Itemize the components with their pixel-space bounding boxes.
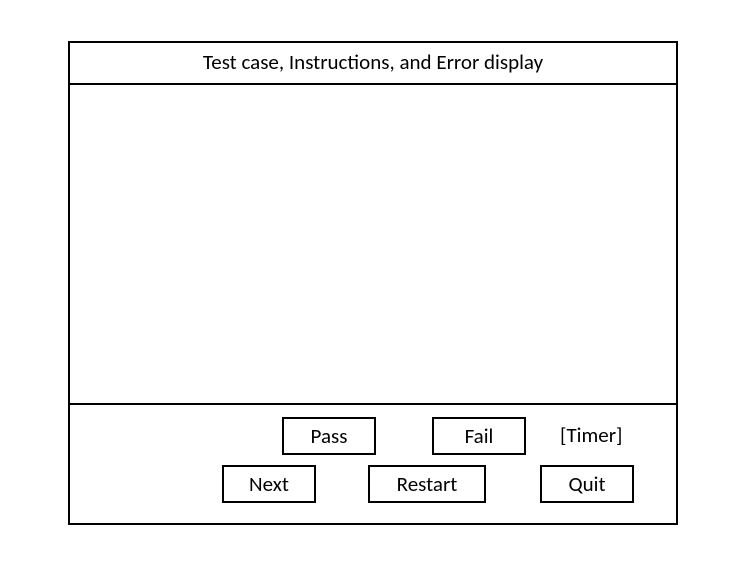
main-display-area [70,85,676,405]
next-button[interactable]: Next [222,465,316,503]
controls-panel: Pass Fail [Timer] Next Restart Quit [70,405,676,523]
header-bar: Test case, Instructions, and Error displ… [70,43,676,85]
header-title: Test case, Instructions, and Error displ… [203,49,543,75]
restart-button[interactable]: Restart [368,465,486,503]
app-frame: Test case, Instructions, and Error displ… [68,41,678,525]
fail-button[interactable]: Fail [432,417,526,455]
quit-button[interactable]: Quit [540,465,634,503]
timer-label: [Timer] [560,422,622,448]
pass-button[interactable]: Pass [282,417,376,455]
